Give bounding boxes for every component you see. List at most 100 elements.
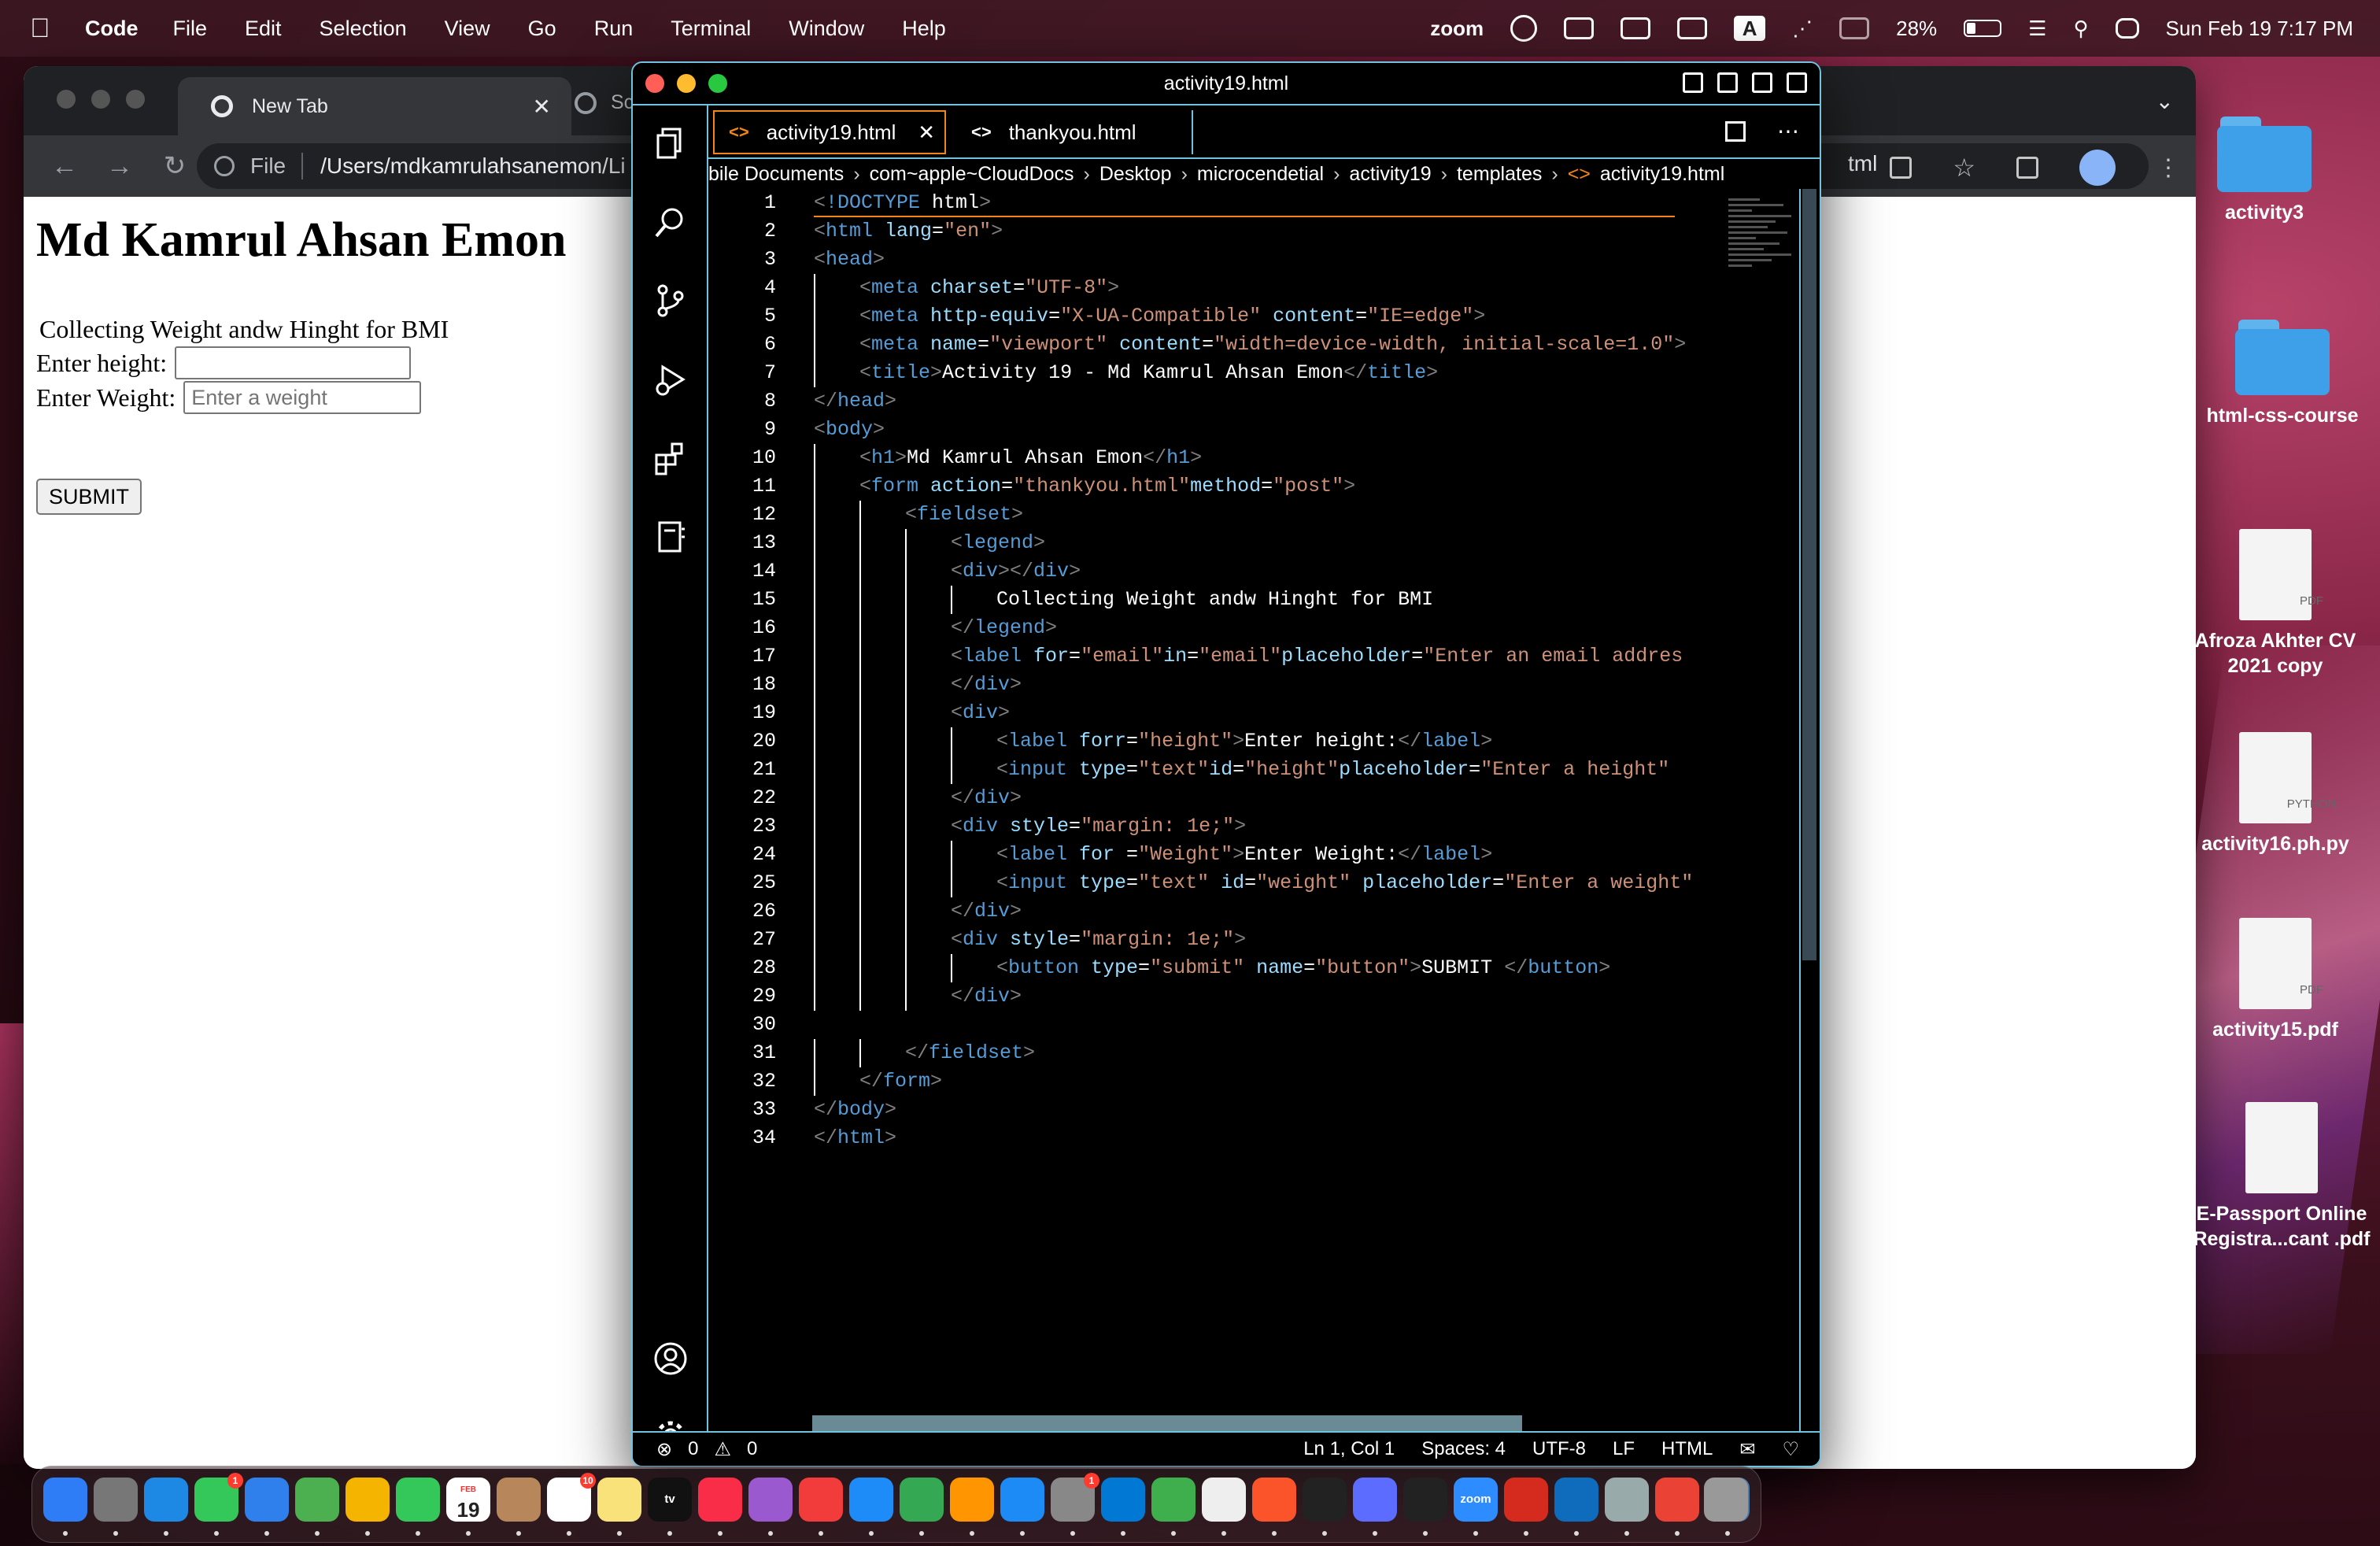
- code-line[interactable]: 9 <body>: [708, 416, 1653, 444]
- control-center-icon[interactable]: [2115, 18, 2139, 39]
- arc-icon[interactable]: [1510, 15, 1538, 42]
- code-line[interactable]: 33 </body>: [708, 1096, 1653, 1124]
- code-line[interactable]: 20 <label forr="height">Enter height:</la…: [708, 727, 1653, 756]
- minimap[interactable]: [1728, 198, 1799, 301]
- activity-monitor-icon[interactable]: [1403, 1478, 1447, 1522]
- tab-new-tab[interactable]: New Tab ✕: [178, 77, 571, 135]
- desktop-item-cv[interactable]: PDF Afroza Akhter CV 2021 copy: [2191, 529, 2360, 679]
- customize-layout-icon[interactable]: [1787, 72, 1807, 93]
- app-store-icon[interactable]: [1000, 1478, 1044, 1522]
- site-info-icon[interactable]: [214, 156, 235, 176]
- code-line[interactable]: 13 <legend>: [708, 529, 1653, 557]
- proton-icon[interactable]: [1353, 1478, 1397, 1522]
- launchpad-icon[interactable]: [94, 1478, 138, 1522]
- music-icon[interactable]: [698, 1478, 742, 1522]
- apple-menu-icon[interactable]: : [30, 15, 54, 42]
- run-debug-icon[interactable]: [652, 361, 689, 398]
- menu-help[interactable]: Help: [902, 17, 946, 41]
- scrollbar-thumb[interactable]: [1802, 189, 1816, 960]
- profile-avatar[interactable]: [2079, 150, 2116, 186]
- breadcrumb-item[interactable]: microcendetial: [1197, 163, 1324, 186]
- keyboard-icon[interactable]: [1564, 17, 1595, 39]
- acrobat-icon[interactable]: [1504, 1478, 1548, 1522]
- language-mode[interactable]: HTML: [1661, 1438, 1713, 1460]
- end-of-line[interactable]: LF: [1613, 1438, 1635, 1460]
- wifi-icon[interactable]: ☰: [2028, 17, 2046, 41]
- minimize-window-button[interactable]: [91, 90, 110, 109]
- code-line[interactable]: 19 <div>: [708, 699, 1653, 727]
- menu-go[interactable]: Go: [528, 17, 556, 41]
- code-line[interactable]: 8 </head>: [708, 387, 1653, 416]
- menu-run[interactable]: Run: [594, 17, 634, 41]
- code-line[interactable]: 11 <form action="thankyou.html"method="po…: [708, 472, 1653, 501]
- code-line[interactable]: 4 <meta charset="UTF-8">: [708, 274, 1653, 302]
- desktop-item-html-css-course[interactable]: html-css-course: [2204, 320, 2361, 428]
- code-line[interactable]: 23 <div style="margin: 1e;">: [708, 812, 1653, 841]
- code-line[interactable]: 29 </div>: [708, 982, 1653, 1011]
- code-line[interactable]: 17 <label for="email"in="email"placeholde…: [708, 642, 1683, 671]
- source-control-icon[interactable]: [652, 282, 689, 320]
- notifications-bell-icon[interactable]: ♡: [1782, 1438, 1799, 1461]
- vscode-minimize-button[interactable]: [677, 74, 696, 93]
- toggle-secondary-sidebar-icon[interactable]: [1752, 72, 1772, 93]
- menu-selection[interactable]: Selection: [320, 17, 407, 41]
- code-line[interactable]: 24 <label for ="Weight">Enter Weight:</la…: [708, 841, 1653, 869]
- clock[interactable]: Sun Feb 19 7:17 PM: [2166, 17, 2353, 41]
- code-line[interactable]: 6 <meta name="viewport" content="width=de…: [708, 331, 1686, 359]
- input-source-icon[interactable]: A: [1734, 16, 1766, 41]
- code-line[interactable]: 25 <input type="text" id="weight" placeho…: [708, 869, 1693, 897]
- more-actions-icon[interactable]: ⋯: [1777, 118, 1799, 144]
- terminal-icon[interactable]: [1303, 1478, 1347, 1522]
- code-line[interactable]: 30: [708, 1011, 1653, 1039]
- notes-icon[interactable]: [597, 1478, 641, 1522]
- code-line[interactable]: 32 </form>: [708, 1067, 1653, 1096]
- menu-window[interactable]: Window: [789, 17, 864, 41]
- textedit-icon[interactable]: [1202, 1478, 1246, 1522]
- spotlight-search-icon[interactable]: ⚲: [2073, 17, 2088, 41]
- toggle-panel-icon[interactable]: [1717, 72, 1738, 93]
- url-text[interactable]: /Users/mdkamrulahsanemon/Li: [320, 153, 626, 179]
- code-line[interactable]: 26 </div>: [708, 897, 1653, 926]
- encoding[interactable]: UTF-8: [1532, 1438, 1586, 1460]
- system-preferences-icon[interactable]: 1: [1051, 1473, 1099, 1522]
- code-line[interactable]: 15 Collecting Weight andw Hinght for BMI: [708, 586, 1653, 614]
- share-icon[interactable]: [1890, 157, 1913, 179]
- news-icon[interactable]: [799, 1478, 843, 1522]
- keynote-icon[interactable]: [849, 1478, 893, 1522]
- code-line[interactable]: 1 <!DOCTYPE html>: [708, 189, 1675, 217]
- breadcrumb-item[interactable]: activity19.html: [1600, 163, 1724, 186]
- tab-activity19-html[interactable]: <> activity19.html ✕: [713, 110, 946, 154]
- sidebar-icon[interactable]: [1839, 17, 1870, 39]
- code-line[interactable]: 31 </fieldset>: [708, 1039, 1653, 1067]
- tab-search-chevron-icon[interactable]: ⌄: [2156, 88, 2174, 114]
- vscode-icon[interactable]: [1101, 1478, 1145, 1522]
- code-line[interactable]: 14 <div></div>: [708, 557, 1653, 586]
- chrome-menu-icon[interactable]: ⋮: [2156, 154, 2180, 182]
- facetime-icon[interactable]: [396, 1478, 440, 1522]
- code-line[interactable]: 28 <button type="submit" name="button">SU…: [708, 954, 1653, 982]
- close-tab-icon[interactable]: ✕: [918, 120, 935, 145]
- desktop-item-activity3[interactable]: activity3: [2197, 117, 2331, 225]
- trash-icon[interactable]: [1704, 1478, 1748, 1522]
- finder-icon[interactable]: [43, 1478, 87, 1522]
- zoom-icon[interactable]: zoom: [1454, 1478, 1498, 1522]
- cloud-app-icon[interactable]: [1151, 1478, 1196, 1522]
- extensions-icon[interactable]: [652, 439, 689, 477]
- weight-input[interactable]: [183, 381, 422, 414]
- vertical-scrollbar[interactable]: [1799, 189, 1818, 1431]
- code-line[interactable]: 18 </div>: [708, 671, 1653, 699]
- safari-icon[interactable]: [144, 1478, 188, 1522]
- tv-icon[interactable]: tv: [648, 1478, 692, 1522]
- menu-app-name[interactable]: Code: [85, 17, 139, 41]
- reload-icon[interactable]: ↻: [161, 150, 189, 182]
- outlook-icon[interactable]: [1554, 1478, 1598, 1522]
- tab-second[interactable]: Scr: [575, 91, 641, 114]
- chrome-icon[interactable]: [1655, 1478, 1699, 1522]
- display-icon[interactable]: [1621, 17, 1651, 39]
- calendar-icon[interactable]: FEB 19: [446, 1478, 490, 1522]
- desktop-item-activity15[interactable]: PDF activity15.pdf: [2191, 918, 2360, 1042]
- code-line[interactable]: 27 <div style="margin: 1e;">: [708, 926, 1653, 954]
- breadcrumb-item[interactable]: com~apple~CloudDocs: [870, 163, 1074, 186]
- split-editor-icon[interactable]: [1725, 120, 1746, 142]
- close-window-button[interactable]: [57, 90, 76, 109]
